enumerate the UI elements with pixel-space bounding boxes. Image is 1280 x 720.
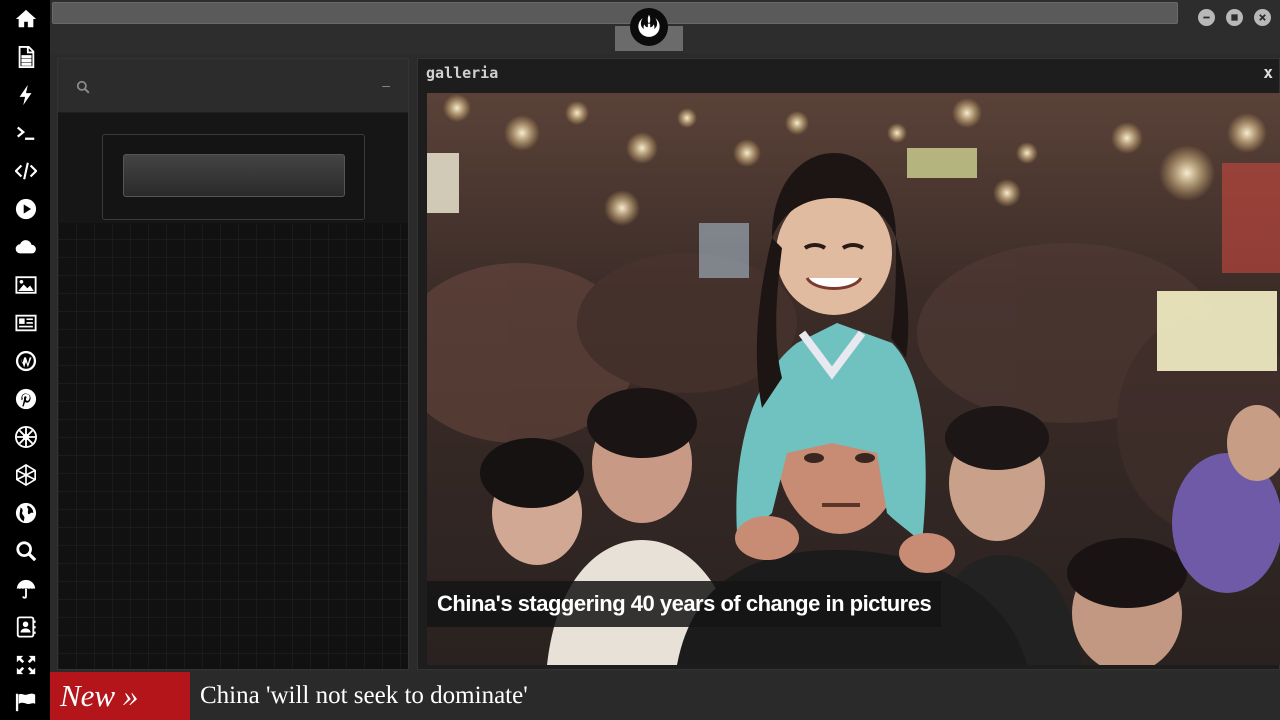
rebel-alliance-icon[interactable] xyxy=(630,8,668,46)
empire-icon[interactable] xyxy=(13,424,39,450)
home-icon[interactable] xyxy=(13,6,39,32)
gallery-title: galleria xyxy=(426,64,499,82)
search-panel-header: – xyxy=(58,59,408,113)
ticker-headline[interactable]: China 'will not seek to dominate' xyxy=(200,672,528,720)
search-icon xyxy=(76,80,90,94)
gallery-photo[interactable] xyxy=(427,93,1280,665)
image-icon[interactable] xyxy=(13,272,39,298)
close-icon[interactable] xyxy=(1254,9,1271,26)
search-panel: – xyxy=(57,58,409,670)
search-box xyxy=(102,134,365,220)
minimize-icon[interactable] xyxy=(1198,9,1215,26)
top-bar xyxy=(50,0,1280,54)
network-icon[interactable] xyxy=(13,462,39,488)
gallery-caption[interactable]: China's staggering 40 years of change in… xyxy=(427,581,942,627)
document-icon[interactable] xyxy=(13,44,39,70)
maximize-icon[interactable] xyxy=(1226,9,1243,26)
icon-sidebar xyxy=(0,0,50,720)
search-icon[interactable] xyxy=(13,538,39,564)
cloud-icon[interactable] xyxy=(13,234,39,260)
wordpress-icon[interactable] xyxy=(13,348,39,374)
gallery-close-button[interactable]: x xyxy=(1263,63,1273,82)
lightning-icon[interactable] xyxy=(13,82,39,108)
pinterest-icon[interactable] xyxy=(13,386,39,412)
flag-icon[interactable] xyxy=(13,689,39,715)
top-address-bar[interactable] xyxy=(52,2,1178,24)
contact-icon[interactable] xyxy=(13,614,39,640)
expand-icon[interactable] xyxy=(13,652,39,678)
globe-icon[interactable] xyxy=(13,500,39,526)
gallery-panel: galleria x China's staggering 40 years o… xyxy=(417,58,1280,670)
search-input[interactable] xyxy=(123,154,345,197)
panel-minimize-button[interactable]: – xyxy=(382,77,390,93)
play-icon[interactable] xyxy=(13,196,39,222)
umbrella-icon[interactable] xyxy=(13,576,39,602)
newspaper-icon[interactable] xyxy=(13,310,39,336)
terminal-icon[interactable] xyxy=(13,120,39,146)
ticker-new-badge: New » xyxy=(50,672,190,720)
code-icon[interactable] xyxy=(13,158,39,184)
news-ticker: New » China 'will not seek to dominate' xyxy=(50,672,1280,720)
